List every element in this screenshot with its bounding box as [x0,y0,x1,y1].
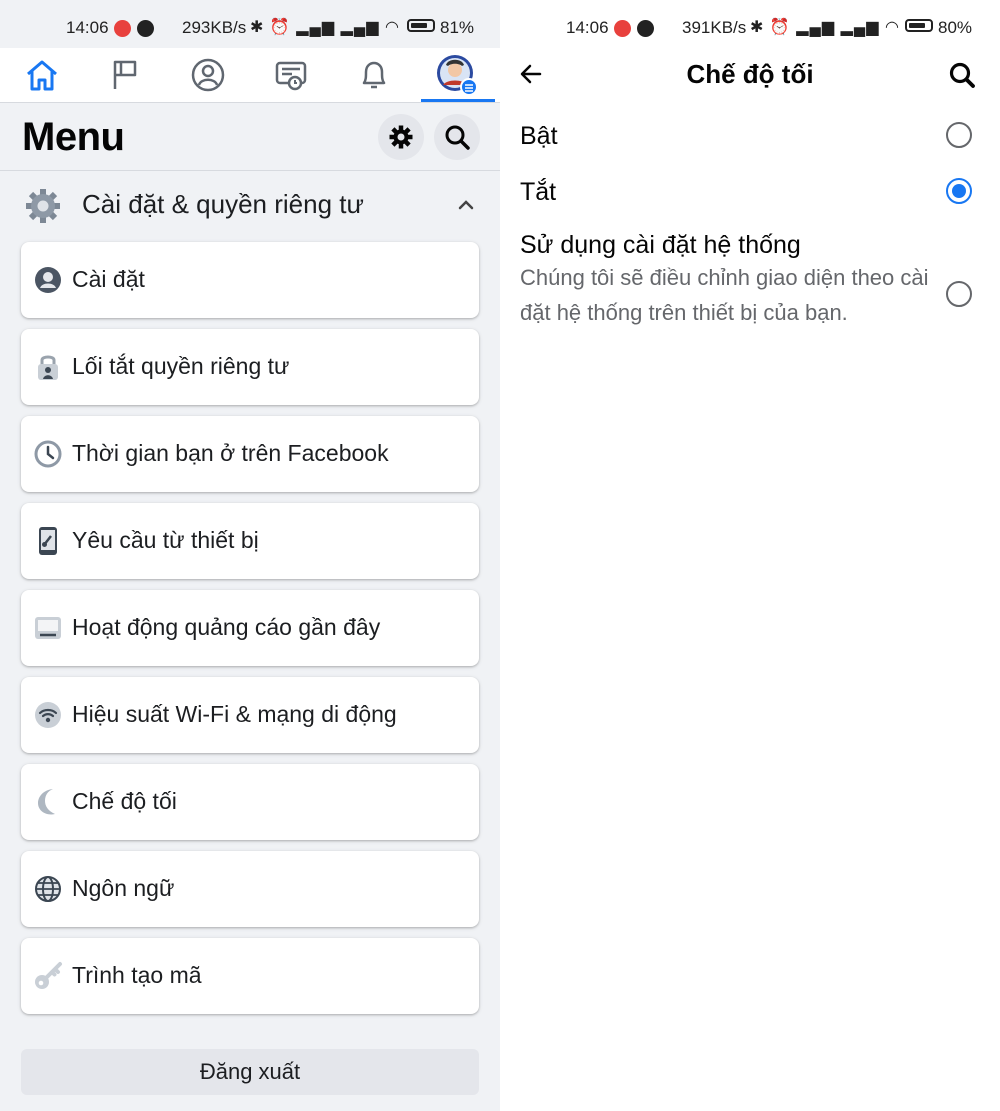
bell-icon [362,61,385,89]
search-icon [445,125,470,150]
status-bar: 14:06 293KB/s ✱ ⏰ ▂▄▆ ▂▄▆ ◠ 81% [0,14,500,42]
signal-icons: ✱ ⏰ ▂▄▆ ▂▄▆ ◠ [250,19,400,36]
tab-bar [0,48,500,103]
flag-icon [113,60,136,89]
network-speed: 391KB/s [682,18,747,37]
battery-percent: 80% [938,18,973,37]
option-system-label: Sử dụng cài đặt hệ thống [520,231,801,259]
network-speed: 293KB/s [182,18,247,37]
menu-item-recent-ad-activity[interactable]: Hoạt động quảng cáo gần đây [21,590,479,666]
tab-home[interactable] [0,48,83,102]
option-system-radio[interactable] [946,281,972,307]
news-feed-icon [275,61,306,91]
status-time: 14:06 [566,18,609,37]
status-bar: 14:06 391KB/s ✱ ⏰ ▂▄▆ ▂▄▆ ◠ 80% [500,14,1000,42]
active-tab-indicator [421,99,495,102]
home-icon [26,60,57,91]
menu-item-wifi-performance[interactable]: Hiệu suất Wi-Fi & mạng di động [21,677,479,753]
option-on-label: Bật [520,122,558,150]
menu-item-label: Lối tắt quyền riêng tư [72,353,290,379]
tab-profile[interactable] [166,48,249,102]
divider [0,170,500,171]
menu-item-label: Thời gian bạn ở trên Facebook [72,440,389,466]
status-time: 14:06 [66,18,109,37]
menu-item-label: Ngôn ngữ [72,875,175,901]
google-icon [637,20,654,37]
account-icon [33,265,63,295]
option-off-radio[interactable] [946,178,972,204]
notification-icon [114,20,131,37]
menu-item-language[interactable]: Ngôn ngữ [21,851,479,927]
menu-item-label: Cài đặt [72,266,145,292]
menu-item-device-requests[interactable]: Yêu cầu từ thiết bị [21,503,479,579]
avatar [436,55,478,96]
tab-feeds[interactable] [249,48,332,102]
ad-activity-icon [33,613,63,643]
notification-icon [614,20,631,37]
key-icon [33,961,63,991]
tab-pages[interactable] [83,48,166,102]
menu-item-dark-mode[interactable]: Chế độ tối [21,764,479,840]
menu-item-time-on-facebook[interactable]: Thời gian bạn ở trên Facebook [21,416,479,492]
header: Chế độ tối [500,48,1000,102]
section-label: Cài đặt & quyền riêng tư [82,189,364,219]
google-icon [137,20,154,37]
gear-icon [389,125,413,149]
option-system-description: Chúng tôi sẽ điều chỉnh giao diện theo c… [520,265,929,325]
menu-item-label: Hiệu suất Wi-Fi & mạng di động [72,701,397,727]
menu-item-code-generator[interactable]: Trình tạo mã [21,938,479,1014]
settings-button[interactable] [378,114,424,160]
dark-mode-screen: 14:06 391KB/s ✱ ⏰ ▂▄▆ ▂▄▆ ◠ 80% Chế độ t… [500,0,1000,1111]
settings-privacy-section[interactable]: Cài đặt & quyền riêng tư [0,176,500,234]
menu-item-privacy-shortcuts[interactable]: Lối tắt quyền riêng tư [21,329,479,405]
search-button[interactable] [434,114,480,160]
battery-fill [411,23,428,28]
tab-notifications[interactable] [332,48,415,102]
search-icon[interactable] [948,61,976,89]
wifi-icon [33,700,63,730]
profile-icon [191,58,224,92]
settings-gear-icon [26,189,60,223]
clock-icon [33,439,63,469]
phone-icon [33,526,63,556]
page-title: Chế độ tối [686,59,814,89]
logout-button[interactable]: Đăng xuất [21,1049,479,1095]
lock-icon [33,352,63,382]
page-title: Menu [22,115,125,159]
menu-item-label: Yêu cầu từ thiết bị [72,527,259,553]
tab-menu[interactable] [415,48,498,102]
option-on-radio[interactable] [946,122,972,148]
battery-percent: 81% [440,18,475,37]
battery-icon [905,19,933,32]
menu-item-settings[interactable]: Cài đặt [21,242,479,318]
menu-screen: 14:06 293KB/s ✱ ⏰ ▂▄▆ ▂▄▆ ◠ 81% Menu Cài… [0,0,500,1111]
battery-fill [909,23,925,28]
menu-item-label: Hoạt động quảng cáo gần đây [72,614,381,640]
menu-item-label: Chế độ tối [72,788,177,814]
option-off-label: Tắt [520,178,557,206]
menu-item-label: Trình tạo mã [72,962,202,988]
signal-icons: ✱ ⏰ ▂▄▆ ▂▄▆ ◠ [750,19,900,36]
chevron-up-icon [458,200,474,210]
battery-icon [407,19,435,32]
globe-icon [33,874,63,904]
moon-icon [33,787,63,817]
